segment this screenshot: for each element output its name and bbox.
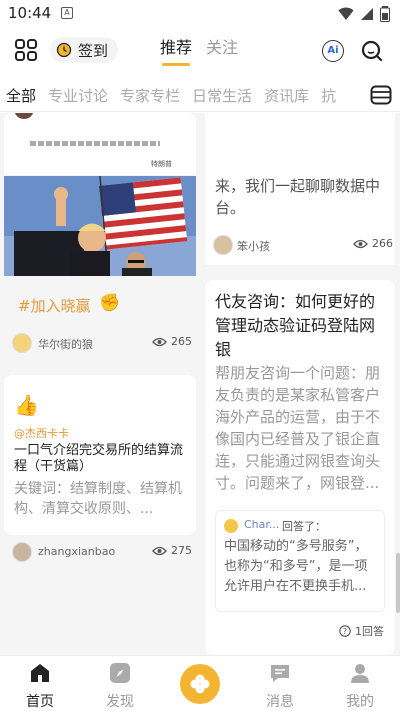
signal-icon [361, 8, 373, 20]
photo-image [4, 176, 196, 276]
category-manage-icon[interactable] [370, 84, 392, 106]
author-avatar[interactable] [213, 235, 233, 255]
top-tabs: 推荐 关注 [160, 34, 238, 66]
battery-icon [380, 6, 390, 22]
nav-discover-label: 发现 [106, 694, 134, 710]
author-name[interactable]: zhangxianbao [38, 545, 115, 558]
search-icon[interactable] [360, 39, 384, 63]
reply-label: 回答了： [282, 520, 326, 533]
ai-assistant-button[interactable]: Ai [322, 40, 344, 62]
view-count: 275 [152, 544, 192, 557]
author-name[interactable]: 笨小孩 [237, 238, 270, 254]
author-avatar[interactable] [12, 333, 32, 353]
post-photo[interactable] [4, 176, 196, 276]
checkin-button[interactable]: 签到 [50, 37, 118, 63]
clover-icon [190, 674, 210, 694]
eye-icon [152, 546, 167, 555]
status-time: 10:44 [8, 4, 52, 22]
nav-profile-label: 我的 [346, 694, 374, 710]
category-bar: 全部 专业讨论 专家专栏 日常生活 资讯库 抗 [0, 78, 400, 112]
answer-count-value: 1回答 [355, 625, 384, 638]
apps-grid-icon[interactable] [14, 38, 38, 62]
bottom-nav: 首页 发现 消息 我的 [0, 655, 400, 711]
category-daily[interactable]: 日常生活 [192, 85, 252, 106]
category-professional[interactable]: 专业讨论 [48, 85, 108, 106]
category-news[interactable]: 资讯库 [264, 85, 309, 106]
fist-emoji-icon: ✊ [99, 293, 121, 313]
tab-recommend[interactable]: 推荐 [160, 34, 192, 66]
category-expert[interactable]: 专家专栏 [120, 85, 180, 106]
top-reply[interactable]: Char... 回答了： 中国移动的“多号服务”，也称为“和多号”，是一项允许用… [215, 510, 385, 612]
status-bar: 10:44 A [0, 0, 400, 28]
nav-messages-label: 消息 [266, 694, 294, 710]
nav-messages[interactable]: 消息 [250, 662, 310, 711]
svg-text:?: ? [343, 627, 347, 636]
view-count: 265 [152, 335, 192, 348]
post-desc: 帮朋友咨询一个问题：朋友负责的是某家私管客户海外产品的运营，由于不像国内已经普及… [215, 364, 381, 492]
nav-discover[interactable]: 发现 [90, 662, 150, 711]
system-icons [338, 6, 390, 22]
feed[interactable]: 特朗普 #加入晓赢 ✊ 华尔街的狼 265 👍 @杰西卡卡 一口气介绍完交易所的… [0, 113, 400, 655]
view-count: 266 [353, 237, 393, 250]
nav-home[interactable]: 首页 [10, 662, 70, 711]
question-icon: ? [339, 625, 351, 637]
view-count-value: 266 [372, 237, 393, 250]
reply-author[interactable]: Char... [244, 518, 279, 531]
checkin-icon [56, 42, 72, 58]
post-desc: 关键词：结算制度、结算机构、清算交收原则、... [14, 481, 182, 517]
feed-card[interactable]: 代友咨询：如何更好的管理动态验证码登陆网银 帮朋友咨询一个问题：朋友负责的是某家… [205, 280, 395, 655]
post-text: 来，我们一起聊聊数据中台。 [215, 177, 381, 217]
tab-follow[interactable]: 关注 [206, 34, 238, 66]
post-title: 代友咨询：如何更好的管理动态验证码登陆网银 [215, 292, 376, 359]
checkin-label: 签到 [78, 41, 109, 60]
reply-text: 中国移动的“多号服务”，也称为“和多号”，是一项允许用户在不更换手机... [224, 539, 368, 594]
photo-caption: 特朗普 [4, 159, 196, 175]
post-mention[interactable]: @杰西卡卡 [14, 425, 69, 441]
message-icon [271, 665, 289, 682]
user-icon [351, 664, 369, 683]
feed-card-partial[interactable] [4, 113, 196, 163]
post-hashtag[interactable]: #加入晓赢 [18, 295, 91, 316]
eye-icon [152, 337, 167, 346]
answer-count: ? 1回答 [339, 623, 384, 639]
avatar [14, 113, 34, 119]
view-count-value: 265 [171, 335, 192, 348]
center-action-button[interactable] [180, 664, 220, 704]
notification-icon: A [61, 7, 73, 19]
home-icon [31, 664, 49, 682]
app-header: 签到 推荐 关注 Ai [0, 28, 400, 74]
category-more[interactable]: 抗 [321, 85, 336, 106]
view-count-value: 275 [171, 544, 192, 557]
nav-home-label: 首页 [26, 694, 54, 710]
category-all[interactable]: 全部 [6, 85, 36, 106]
compass-icon [110, 663, 130, 683]
feed-card[interactable]: 来，我们一起聊聊数据中台。 笨小孩 266 [205, 113, 395, 265]
feed-card[interactable]: 👍 @杰西卡卡 一口气介绍完交易所的结算流程（干货篇） 关键词：结算制度、结算机… [4, 375, 196, 535]
author-avatar[interactable] [12, 542, 32, 562]
scrollbar[interactable] [396, 553, 400, 613]
nav-profile[interactable]: 我的 [330, 662, 390, 711]
wifi-icon [338, 7, 354, 20]
thumbs-up-emoji-icon: 👍 [14, 393, 39, 417]
author-name[interactable]: 华尔街的狼 [38, 336, 93, 352]
post-title: 一口气介绍完交易所的结算流程（干货篇） [14, 443, 184, 474]
reply-avatar [224, 519, 238, 533]
eye-icon [353, 239, 368, 248]
